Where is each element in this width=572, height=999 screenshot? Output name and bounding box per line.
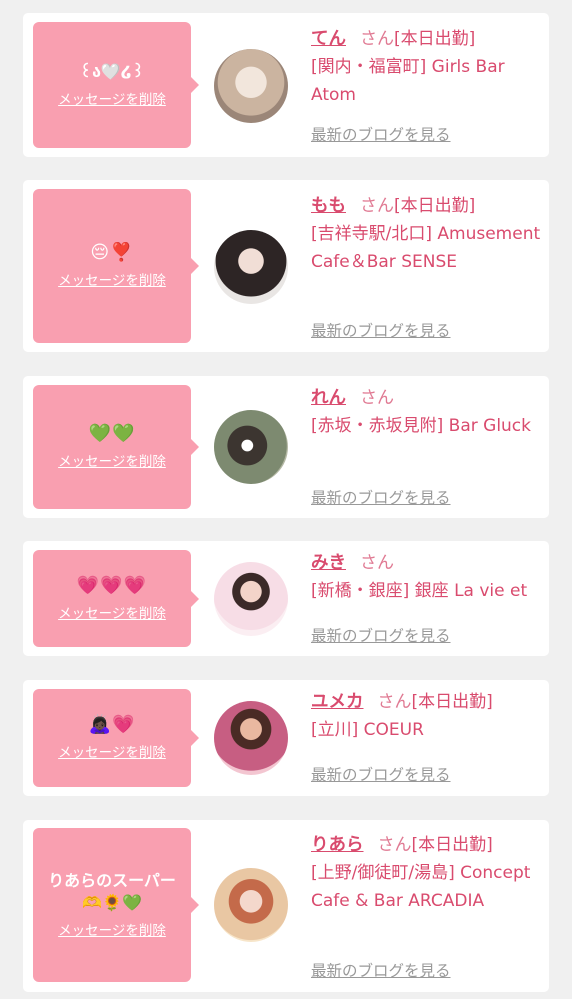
latest-blog-link[interactable]: 最新のブログを見る	[311, 123, 451, 145]
message-text: りあらのスーパー🫶🌻💚	[48, 871, 176, 912]
cast-card: 💗💗💗 メッセージを削除 みき さん [新橋・銀座] 銀座 La vie et 最…	[23, 541, 549, 656]
cast-info: みき さん [新橋・銀座] 銀座 La vie et	[311, 549, 547, 605]
message-bubble: 💗💗💗 メッセージを削除	[33, 550, 199, 647]
avatar[interactable]	[214, 230, 288, 304]
cast-name-link[interactable]: りあら	[311, 835, 364, 855]
honorific: さん	[377, 692, 412, 712]
message-bubble: 💚💚 メッセージを削除	[33, 385, 199, 509]
latest-blog-link[interactable]: 最新のブログを見る	[311, 959, 451, 981]
honorific: さん	[360, 196, 394, 216]
cast-name-link[interactable]: てん	[311, 29, 346, 49]
cast-card: 🙇🏿‍♀️💗 メッセージを削除 ユメカ さん[本日出勤] [立川] COEUR 最…	[23, 680, 549, 796]
favorite-cast-list: ꒰ა🤍໒꒱ メッセージを削除 てん さん[本日出勤] [関内・福富町] Girls…	[0, 0, 572, 999]
message-text: 😔❣️	[90, 242, 134, 263]
cast-name-link[interactable]: れん	[311, 388, 346, 408]
status-badge: [本日出勤]	[394, 196, 476, 216]
delete-message-link[interactable]: メッセージを削除	[58, 605, 166, 623]
avatar[interactable]	[214, 410, 288, 484]
cast-name-link[interactable]: ユメカ	[311, 692, 364, 712]
cast-name-link[interactable]: みき	[311, 553, 346, 573]
honorific: さん	[360, 29, 394, 49]
delete-message-link[interactable]: メッセージを削除	[58, 922, 166, 940]
delete-message-link[interactable]: メッセージを削除	[58, 744, 166, 762]
honorific: さん	[360, 553, 394, 573]
avatar[interactable]	[214, 49, 288, 123]
avatar[interactable]	[214, 868, 288, 942]
shop-info: [立川] COEUR	[311, 720, 424, 740]
cast-info: れん さん [赤坂・赤坂見附] Bar Gluck	[311, 384, 547, 440]
status-badge: [本日出勤]	[411, 835, 493, 855]
cast-card: ꒰ა🤍໒꒱ メッセージを削除 てん さん[本日出勤] [関内・福富町] Girls…	[23, 13, 549, 157]
latest-blog-link[interactable]: 最新のブログを見る	[311, 763, 451, 785]
message-text: 💗💗💗	[76, 574, 148, 596]
latest-blog-link[interactable]: 最新のブログを見る	[311, 624, 451, 646]
shop-info: [上野/御徒町/湯島] Concept Cafe & Bar ARCADIA	[311, 863, 531, 911]
shop-info: [新橋・銀座] 銀座 La vie et	[311, 581, 528, 601]
cast-card: 😔❣️ メッセージを削除 もも さん[本日出勤] [吉祥寺駅/北口] Amusem…	[23, 180, 549, 352]
cast-info: りあら さん[本日出勤] [上野/御徒町/湯島] Concept Cafe & B…	[311, 831, 547, 915]
status-badge: [本日出勤]	[394, 29, 476, 49]
avatar[interactable]	[214, 562, 288, 636]
status-badge: [本日出勤]	[411, 692, 493, 712]
delete-message-link[interactable]: メッセージを削除	[58, 91, 166, 109]
shop-info: [関内・福富町] Girls Bar Atom	[311, 57, 505, 105]
message-bubble: 🙇🏿‍♀️💗 メッセージを削除	[33, 689, 199, 787]
message-text: 🙇🏿‍♀️💗	[88, 714, 136, 735]
delete-message-link[interactable]: メッセージを削除	[58, 453, 166, 471]
message-text: ꒰ა🤍໒꒱	[79, 62, 145, 81]
avatar[interactable]	[214, 701, 288, 775]
cast-card: りあらのスーパー🫶🌻💚 メッセージを削除 りあら さん[本日出勤] [上野/御徒町…	[23, 820, 549, 992]
cast-info: もも さん[本日出勤] [吉祥寺駅/北口] Amusement Cafe＆Bar …	[311, 192, 547, 276]
cast-name-link[interactable]: もも	[311, 196, 346, 216]
latest-blog-link[interactable]: 最新のブログを見る	[311, 319, 451, 341]
shop-info: [吉祥寺駅/北口] Amusement Cafe＆Bar SENSE	[311, 224, 541, 272]
honorific: さん	[360, 388, 394, 408]
cast-info: ユメカ さん[本日出勤] [立川] COEUR	[311, 688, 547, 744]
cast-info: てん さん[本日出勤] [関内・福富町] Girls Bar Atom	[311, 25, 547, 109]
delete-message-link[interactable]: メッセージを削除	[58, 272, 166, 290]
message-bubble: りあらのスーパー🫶🌻💚 メッセージを削除	[33, 828, 199, 982]
message-bubble: ꒰ა🤍໒꒱ メッセージを削除	[33, 22, 199, 148]
message-bubble: 😔❣️ メッセージを削除	[33, 189, 199, 343]
latest-blog-link[interactable]: 最新のブログを見る	[311, 486, 451, 508]
shop-info: [赤坂・赤坂見附] Bar Gluck	[311, 416, 532, 436]
message-text: 💚💚	[88, 423, 136, 444]
honorific: さん	[377, 835, 412, 855]
cast-card: 💚💚 メッセージを削除 れん さん [赤坂・赤坂見附] Bar Gluck 最新の…	[23, 376, 549, 518]
